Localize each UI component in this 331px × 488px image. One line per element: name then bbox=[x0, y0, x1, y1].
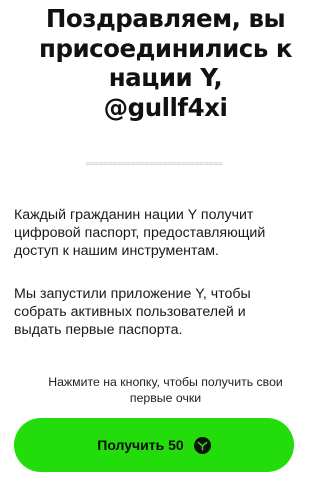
paragraph-line: доступ к нашим инструментам. bbox=[14, 243, 219, 259]
hint-line: Нажмите на кнопку, чтобы получить свои bbox=[48, 375, 283, 389]
hint-line: первые очки bbox=[129, 391, 202, 405]
y-token-icon bbox=[193, 436, 211, 454]
username: @gullf4xi bbox=[103, 92, 228, 122]
launch-paragraph: Мы запустили приложение Y, чтобы собрать… bbox=[14, 285, 316, 339]
button-hint: Нажмите на кнопку, чтобы получить свои п… bbox=[10, 374, 321, 406]
title-line: присоединились к bbox=[39, 33, 292, 63]
paragraph-line: собрать активных пользователей и bbox=[14, 304, 246, 320]
congratulations-screen: Поздравляем, вы присоединились к нации Y… bbox=[0, 0, 331, 488]
get-points-button[interactable]: Получить 50 bbox=[14, 418, 294, 472]
intro-paragraph: Каждый гражданин нации Y получит цифрово… bbox=[14, 206, 316, 260]
get-points-label: Получить 50 bbox=[97, 437, 184, 453]
paragraph-line: Каждый гражданин нации Y получит bbox=[14, 207, 254, 223]
title-line: Поздравляем, вы bbox=[45, 4, 286, 33]
paragraph-line: выдать первые паспорта. bbox=[14, 322, 183, 338]
paragraph-line: Мы запустили приложение Y, чтобы bbox=[14, 286, 251, 302]
divider: ============================== bbox=[85, 159, 223, 168]
paragraph-line: цифровой паспорт, предоставляющий bbox=[14, 225, 266, 241]
title-line: нации Y, bbox=[108, 63, 223, 92]
page-title: Поздравляем, вы присоединились к нации Y… bbox=[10, 4, 321, 122]
